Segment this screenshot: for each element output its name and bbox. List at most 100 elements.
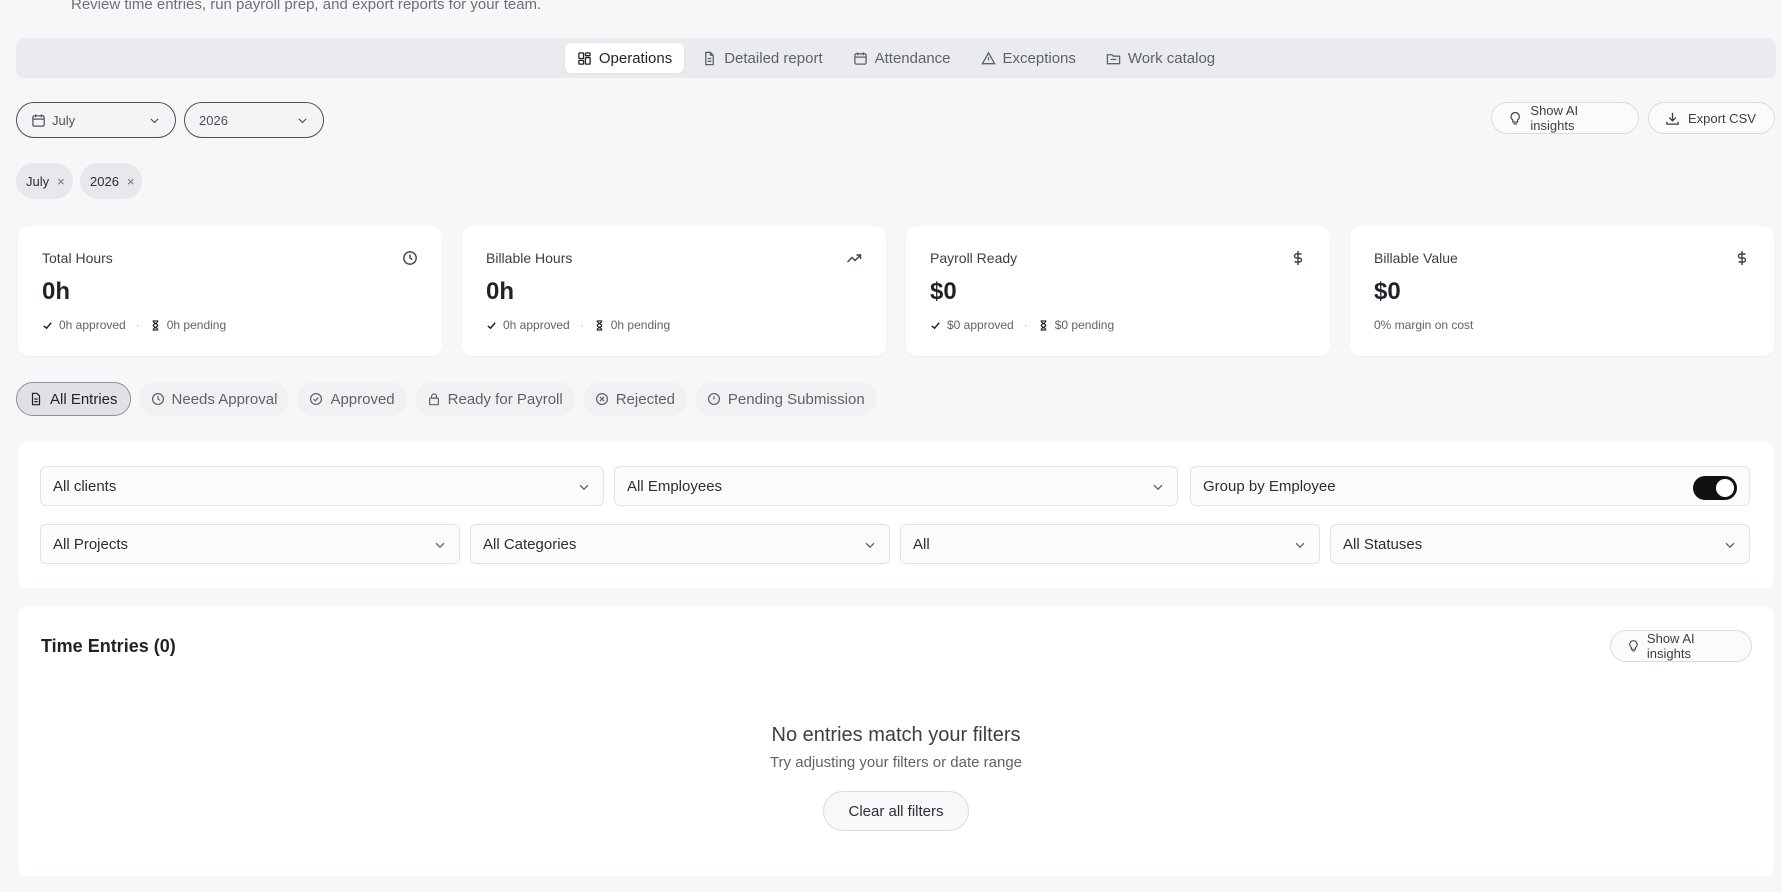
tab-exceptions[interactable]: Exceptions	[969, 43, 1088, 73]
clock-icon	[403, 251, 417, 265]
warning-icon	[980, 51, 996, 64]
status-tab-label: Rejected	[615, 390, 675, 408]
stat-value: $0	[1374, 278, 1401, 305]
separator-dot: ·	[135, 318, 140, 332]
page-subtitle: Review time entries, run payroll prep, a…	[71, 0, 542, 13]
check-circle-icon	[310, 392, 323, 406]
button-label: Show AI insights	[1646, 631, 1695, 661]
year-select-value: 2026	[199, 112, 228, 128]
stat-title: Payroll Ready	[930, 250, 1018, 266]
month-select[interactable]: July	[16, 102, 176, 138]
categories-select-value: All Categories	[483, 535, 577, 553]
status-tab-needs-approval[interactable]: Needs Approval	[138, 382, 290, 416]
calendar-icon	[853, 51, 867, 65]
stat-margin-note: 0% margin on cost	[1374, 318, 1474, 332]
stat-title: Billable Hours	[486, 250, 573, 266]
statuses-select[interactable]: All Statuses	[1330, 524, 1750, 564]
stat-card-total-hours: Total Hours 0h 0h approved · 0h pending	[18, 226, 442, 356]
clock-icon	[151, 392, 164, 406]
show-ai-insights-button[interactable]: Show AI insights	[1491, 102, 1639, 134]
stat-value: $0	[930, 278, 957, 305]
projects-select-value: All Projects	[53, 535, 129, 553]
status-tab-approved[interactable]: Approved	[297, 382, 407, 416]
close-icon[interactable]: ×	[127, 174, 135, 189]
check-icon	[931, 321, 940, 329]
check-icon	[487, 321, 496, 329]
trending-up-icon	[847, 254, 862, 263]
check-icon	[43, 321, 52, 329]
file-icon	[31, 392, 41, 406]
stat-meta: 0h approved · 0h pending	[486, 318, 670, 332]
status-tab-label: Needs Approval	[171, 390, 278, 408]
status-tab-pending-submission[interactable]: Pending Submission	[694, 382, 877, 416]
stat-pending: 0h pending	[610, 318, 671, 332]
filters-panel: All clients All Employees Group by Emplo…	[18, 442, 1774, 588]
categories-select[interactable]: All Categories	[470, 524, 890, 564]
dollar-icon	[1293, 251, 1303, 265]
chip-label: 2026	[90, 173, 119, 189]
status-tab-rejected[interactable]: Rejected	[582, 382, 687, 416]
chevron-down-icon	[865, 542, 875, 549]
export-csv-button[interactable]: Export CSV	[1648, 102, 1775, 134]
stat-pending: $0 pending	[1054, 318, 1115, 332]
tab-detailed-report[interactable]: Detailed report	[690, 43, 834, 73]
billable-select-value: All	[913, 535, 930, 553]
chevron-down-icon	[1725, 542, 1735, 549]
year-select[interactable]: 2026	[184, 102, 324, 138]
clear-all-filters-button[interactable]: Clear all filters	[823, 791, 969, 831]
alert-circle-icon	[707, 392, 720, 406]
tab-label: Detailed report	[724, 49, 823, 67]
empty-state-title: No entries match your filters	[771, 724, 1021, 746]
separator-dot: ·	[1023, 318, 1028, 332]
separator-dot: ·	[579, 318, 584, 332]
grid-icon	[578, 51, 591, 65]
stat-meta: 0h approved · 0h pending	[42, 318, 226, 332]
stat-meta: 0% margin on cost	[1374, 318, 1473, 332]
x-circle-icon	[595, 392, 608, 406]
billable-select[interactable]: All	[900, 524, 1320, 564]
hourglass-icon	[596, 319, 603, 331]
chevron-down-icon	[1153, 484, 1163, 491]
clients-select-value: All clients	[53, 477, 117, 495]
chevron-down-icon	[1295, 542, 1305, 549]
statuses-select-value: All Statuses	[1343, 535, 1423, 553]
stat-card-billable-hours: Billable Hours 0h 0h approved · 0h pendi…	[462, 226, 886, 356]
status-tab-label: All Entries	[50, 390, 118, 408]
chevron-down-icon	[150, 118, 159, 124]
button-label: Show AI insights	[1530, 103, 1579, 133]
tab-work-catalog[interactable]: Work catalog	[1094, 43, 1227, 73]
group-by-employee-toggle[interactable]	[1693, 476, 1737, 500]
time-entries-panel: Time Entries (0) Show AI insights No ent…	[18, 606, 1774, 876]
hourglass-icon	[1040, 319, 1047, 331]
status-tab-ready-for-payroll[interactable]: Ready for Payroll	[414, 382, 575, 416]
chevron-down-icon	[435, 542, 445, 549]
status-tab-label: Ready for Payroll	[447, 390, 563, 408]
lock-icon	[428, 393, 439, 406]
stat-card-payroll-ready: Payroll Ready $0 $0 approved · $0 pendin…	[906, 226, 1330, 356]
chevron-down-icon	[298, 118, 307, 124]
employees-select[interactable]: All Employees	[614, 466, 1178, 506]
employees-select-value: All Employees	[627, 477, 723, 495]
group-by-employee-label: Group by Employee	[1203, 477, 1336, 495]
tab-operations[interactable]: Operations	[564, 43, 685, 73]
stat-title: Total Hours	[42, 250, 113, 266]
toggle-knob	[1716, 479, 1734, 497]
dollar-icon	[1737, 251, 1747, 265]
projects-select[interactable]: All Projects	[40, 524, 460, 564]
button-label: Export CSV	[1688, 110, 1756, 126]
view-tabbar: Operations Detailed report Attendance Ex…	[16, 38, 1776, 78]
clients-select[interactable]: All clients	[40, 466, 604, 506]
month-select-value: July	[52, 112, 76, 128]
filter-chip-year: 2026 ×	[80, 163, 142, 199]
show-ai-insights-button[interactable]: Show AI insights	[1610, 630, 1752, 662]
group-by-employee-row: Group by Employee	[1190, 466, 1750, 506]
tab-label: Work catalog	[1127, 49, 1216, 67]
status-filter-tabs: All Entries Needs Approval Approved Read…	[16, 382, 877, 416]
stat-card-billable-value: Billable Value $0 0% margin on cost	[1350, 226, 1774, 356]
close-icon[interactable]: ×	[57, 174, 65, 189]
filter-chip-month: July ×	[16, 163, 73, 199]
tab-attendance[interactable]: Attendance	[841, 43, 963, 73]
status-tab-all-entries[interactable]: All Entries	[16, 382, 131, 416]
tab-label: Operations	[598, 49, 673, 67]
stat-approved: 0h approved	[503, 318, 570, 332]
